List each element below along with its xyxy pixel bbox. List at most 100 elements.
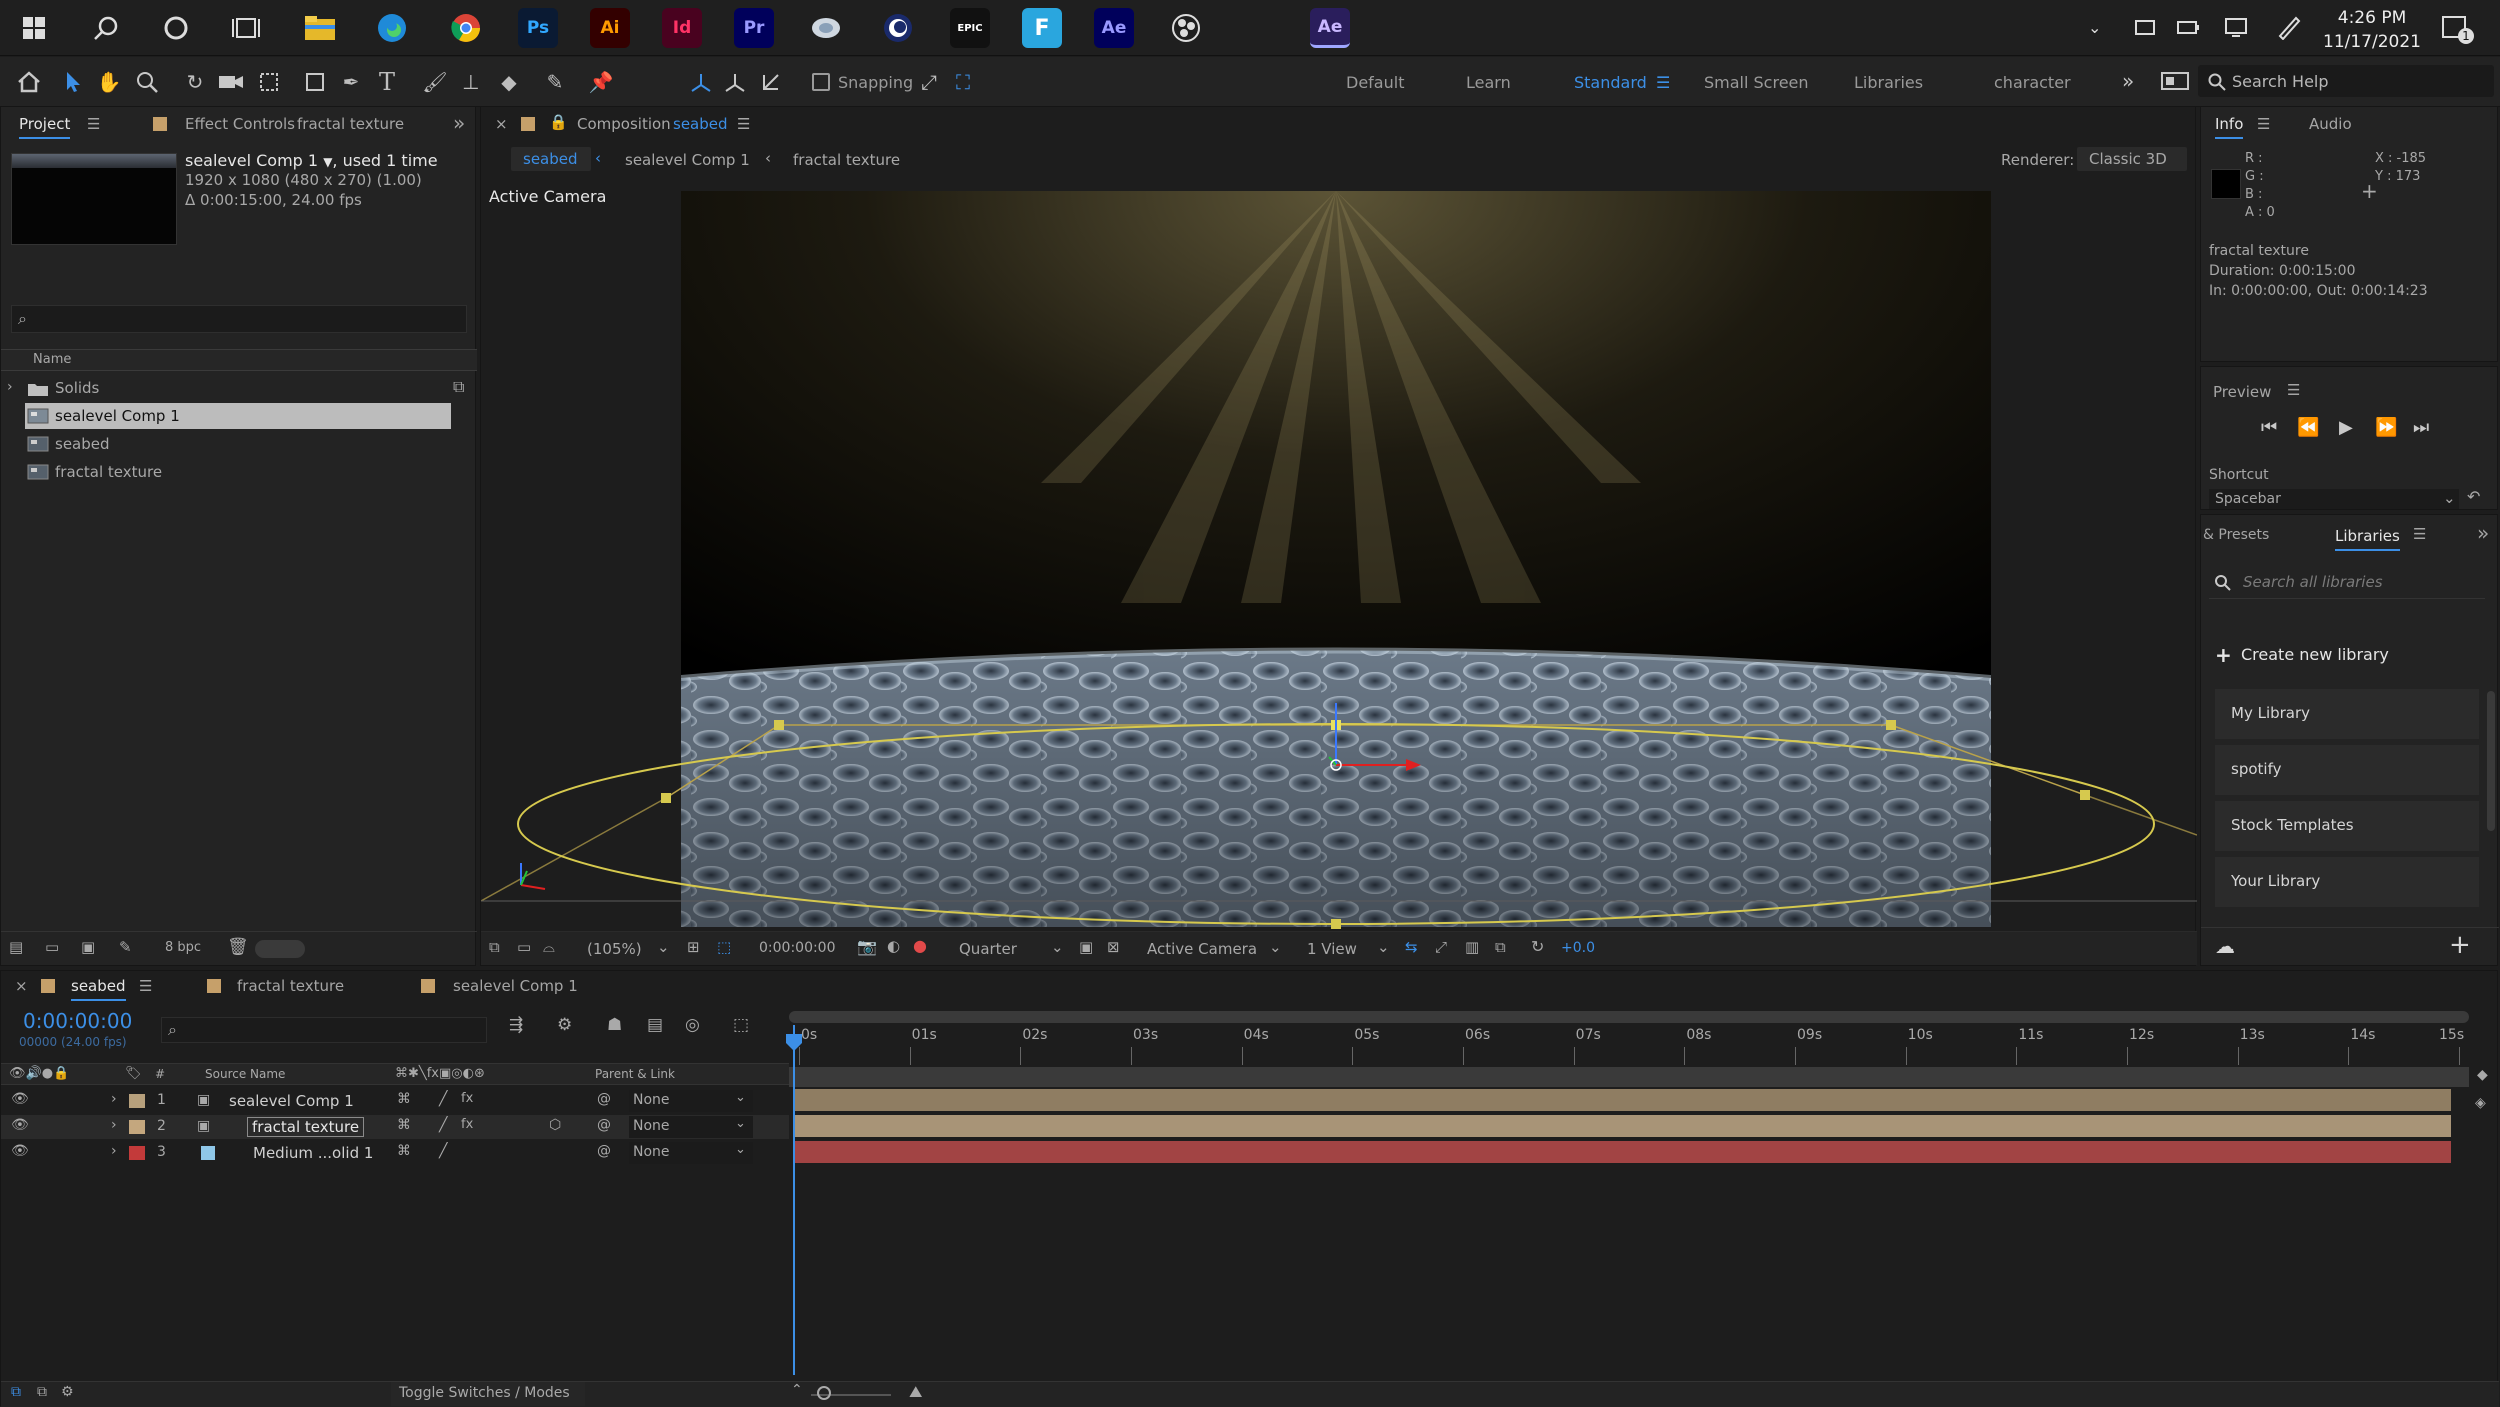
camera-view-dropdown[interactable]: Active Camera xyxy=(1147,940,1257,958)
shy-layers-icon[interactable]: ☗ xyxy=(607,1015,622,1035)
pen-tool-icon[interactable]: ✒ xyxy=(336,67,366,97)
tray-pen-icon[interactable] xyxy=(2276,14,2302,44)
collapse-transform-icon[interactable]: ⌘ xyxy=(397,1091,411,1107)
parent-dropdown[interactable]: None ⌄ xyxy=(629,1142,753,1164)
thumbnail-slider[interactable] xyxy=(255,940,305,958)
library-item[interactable]: Your Library xyxy=(2215,857,2479,907)
3d-layer-icon[interactable]: ⬡ xyxy=(549,1117,561,1133)
project-item-comp[interactable]: seabed xyxy=(25,431,451,457)
library-item[interactable]: My Library xyxy=(2215,689,2479,739)
expand-chevron-icon[interactable]: › xyxy=(111,1143,117,1159)
epic-games-icon[interactable]: EPIC xyxy=(950,8,990,48)
snap-edges-icon[interactable]: ⤢ xyxy=(914,67,944,97)
trash-icon[interactable]: 🗑 xyxy=(227,937,249,957)
playhead-icon[interactable] xyxy=(785,1033,803,1053)
windows-start-icon[interactable] xyxy=(14,8,54,48)
settings-icon[interactable]: ✎ xyxy=(119,938,132,956)
interpret-footage-icon[interactable]: ▤ xyxy=(9,938,23,956)
breadcrumb-item[interactable]: sealevel Comp 1 xyxy=(625,151,750,169)
flowchart-icon[interactable]: ⧉ xyxy=(1495,938,1506,956)
monitor-icon[interactable]: ▭ xyxy=(517,938,531,956)
type-tool-icon[interactable]: T xyxy=(372,67,402,97)
fx-toggle-icon[interactable]: fx xyxy=(461,1091,473,1106)
parent-dropdown[interactable]: None ⌄ xyxy=(629,1090,753,1112)
workspace-learn[interactable]: Learn xyxy=(1466,73,1511,92)
rectangle-tool-icon[interactable] xyxy=(300,67,330,97)
col-source-name[interactable]: Source Name xyxy=(205,1067,285,1081)
workspace-overflow-icon[interactable]: » xyxy=(2122,69,2134,93)
tab-preview[interactable]: Preview xyxy=(2213,383,2271,401)
layer-switches-icon[interactable]: ⧉ xyxy=(11,1384,21,1400)
col-name[interactable]: Name xyxy=(33,352,71,367)
last-frame-icon[interactable]: ⏭ xyxy=(2413,417,2429,438)
transform-handle[interactable] xyxy=(1886,720,1896,730)
current-time[interactable]: 0:00:00:00 xyxy=(759,940,836,956)
exposure-value[interactable]: +0.0 xyxy=(1561,940,1595,956)
camera-dropdown-icon[interactable]: ⌄ xyxy=(1269,938,1282,956)
project-item-comp[interactable]: fractal texture xyxy=(25,459,451,485)
composition-mini-flowchart-icon[interactable]: ⇶ xyxy=(509,1015,523,1035)
panel-overflow-icon[interactable]: » xyxy=(2477,521,2489,545)
app-icon[interactable] xyxy=(806,8,846,48)
project-search-input[interactable]: ⌕ xyxy=(11,305,467,333)
add-element-icon[interactable]: + xyxy=(2449,930,2471,960)
tray-display-icon[interactable] xyxy=(2224,16,2248,42)
next-frame-icon[interactable]: ⏩ xyxy=(2375,417,2397,438)
clone-stamp-tool-icon[interactable]: ⊥ xyxy=(456,67,486,97)
tray-camera-icon[interactable] xyxy=(2134,16,2156,42)
new-comp-icon[interactable]: ▣ xyxy=(81,938,95,956)
workspace-libraries[interactable]: Libraries xyxy=(1854,73,1923,92)
chrome-browser-icon[interactable] xyxy=(446,8,486,48)
clock-date[interactable]: 11/17/2021 xyxy=(2322,32,2422,52)
view-axis-icon[interactable] xyxy=(756,67,786,97)
info-menu-icon[interactable]: ☰ xyxy=(2257,115,2270,133)
pan-behind-tool-icon[interactable] xyxy=(254,67,284,97)
zoom-level[interactable]: (105%) xyxy=(587,940,642,958)
mask-visibility-icon[interactable]: ⬚ xyxy=(717,938,731,956)
expand-chevron-icon[interactable]: › xyxy=(7,379,13,395)
label-column-icon[interactable]: 🏷 xyxy=(125,1066,142,1081)
camera-tool-icon[interactable] xyxy=(216,67,246,97)
panel-overflow-icon[interactable]: » xyxy=(453,111,465,135)
tab-audio[interactable]: Audio xyxy=(2309,115,2352,133)
work-area-bar[interactable] xyxy=(789,1011,2469,1023)
clock-time[interactable]: 4:26 PM xyxy=(2322,8,2422,28)
search-help-field[interactable]: Search Help xyxy=(2198,65,2494,97)
after-effects-active-icon[interactable]: Ae xyxy=(1310,8,1350,48)
timeline-layer-row[interactable]: 👁 › 3 Medium ...olid 1 ⌘ ╱ @ None ⌄ xyxy=(1,1141,789,1165)
reset-exposure-icon[interactable]: ↻ xyxy=(1531,937,1544,956)
quality-icon[interactable]: ╱ xyxy=(439,1143,447,1159)
obs-icon[interactable] xyxy=(1166,8,1206,48)
quality-icon[interactable]: ╱ xyxy=(439,1117,447,1133)
draft-3d-icon[interactable]: ⚙ xyxy=(557,1015,572,1035)
pickwhip-icon[interactable]: @ xyxy=(597,1143,611,1159)
expand-chevron-icon[interactable]: › xyxy=(111,1091,117,1107)
zoom-out-icon[interactable]: ⌃ xyxy=(791,1382,803,1398)
resolution-dropdown[interactable]: Quarter xyxy=(959,940,1017,958)
indesign-icon[interactable]: Id xyxy=(662,8,702,48)
workspace-menu-icon[interactable]: ☰ xyxy=(1656,73,1670,92)
visibility-eye-icon[interactable]: 👁 xyxy=(11,1117,29,1133)
playhead-line[interactable] xyxy=(793,1025,795,1375)
workspace-standard[interactable]: Standard xyxy=(1574,73,1647,92)
libraries-scrollbar[interactable] xyxy=(2487,691,2495,831)
reset-icon[interactable]: ↶ xyxy=(2467,487,2480,506)
eraser-tool-icon[interactable]: ◆ xyxy=(494,67,524,97)
pickwhip-icon[interactable]: @ xyxy=(597,1091,611,1107)
puppet-pin-tool-icon[interactable]: 📌 xyxy=(586,67,616,97)
zoom-in-icon[interactable]: ⛰ xyxy=(909,1382,922,1402)
file-explorer-icon[interactable] xyxy=(300,8,340,48)
task-view-icon[interactable] xyxy=(226,8,266,48)
quality-icon[interactable]: ╱ xyxy=(439,1091,447,1107)
view-layout-dropdown-icon[interactable]: ⌄ xyxy=(1377,938,1390,956)
layer-label-color[interactable] xyxy=(129,1094,145,1108)
tab-effects-presets[interactable]: & Presets xyxy=(2203,527,2269,543)
preview-menu-icon[interactable]: ☰ xyxy=(2287,381,2300,399)
layer-label-color[interactable] xyxy=(129,1146,145,1160)
workspace-character[interactable]: character xyxy=(1994,73,2071,92)
toggle-switches-modes-button[interactable]: Toggle Switches / Modes xyxy=(391,1382,585,1406)
transfer-controls-icon[interactable]: ⧉ xyxy=(37,1384,47,1400)
timeline-layer-row[interactable]: 👁 › 1 ▣ sealevel Comp 1 ⌘ ╱ fx @ None ⌄ xyxy=(1,1089,789,1113)
frame-blending-icon[interactable]: ▤ xyxy=(647,1015,663,1035)
vr-icon[interactable]: ⌓ xyxy=(543,938,555,956)
